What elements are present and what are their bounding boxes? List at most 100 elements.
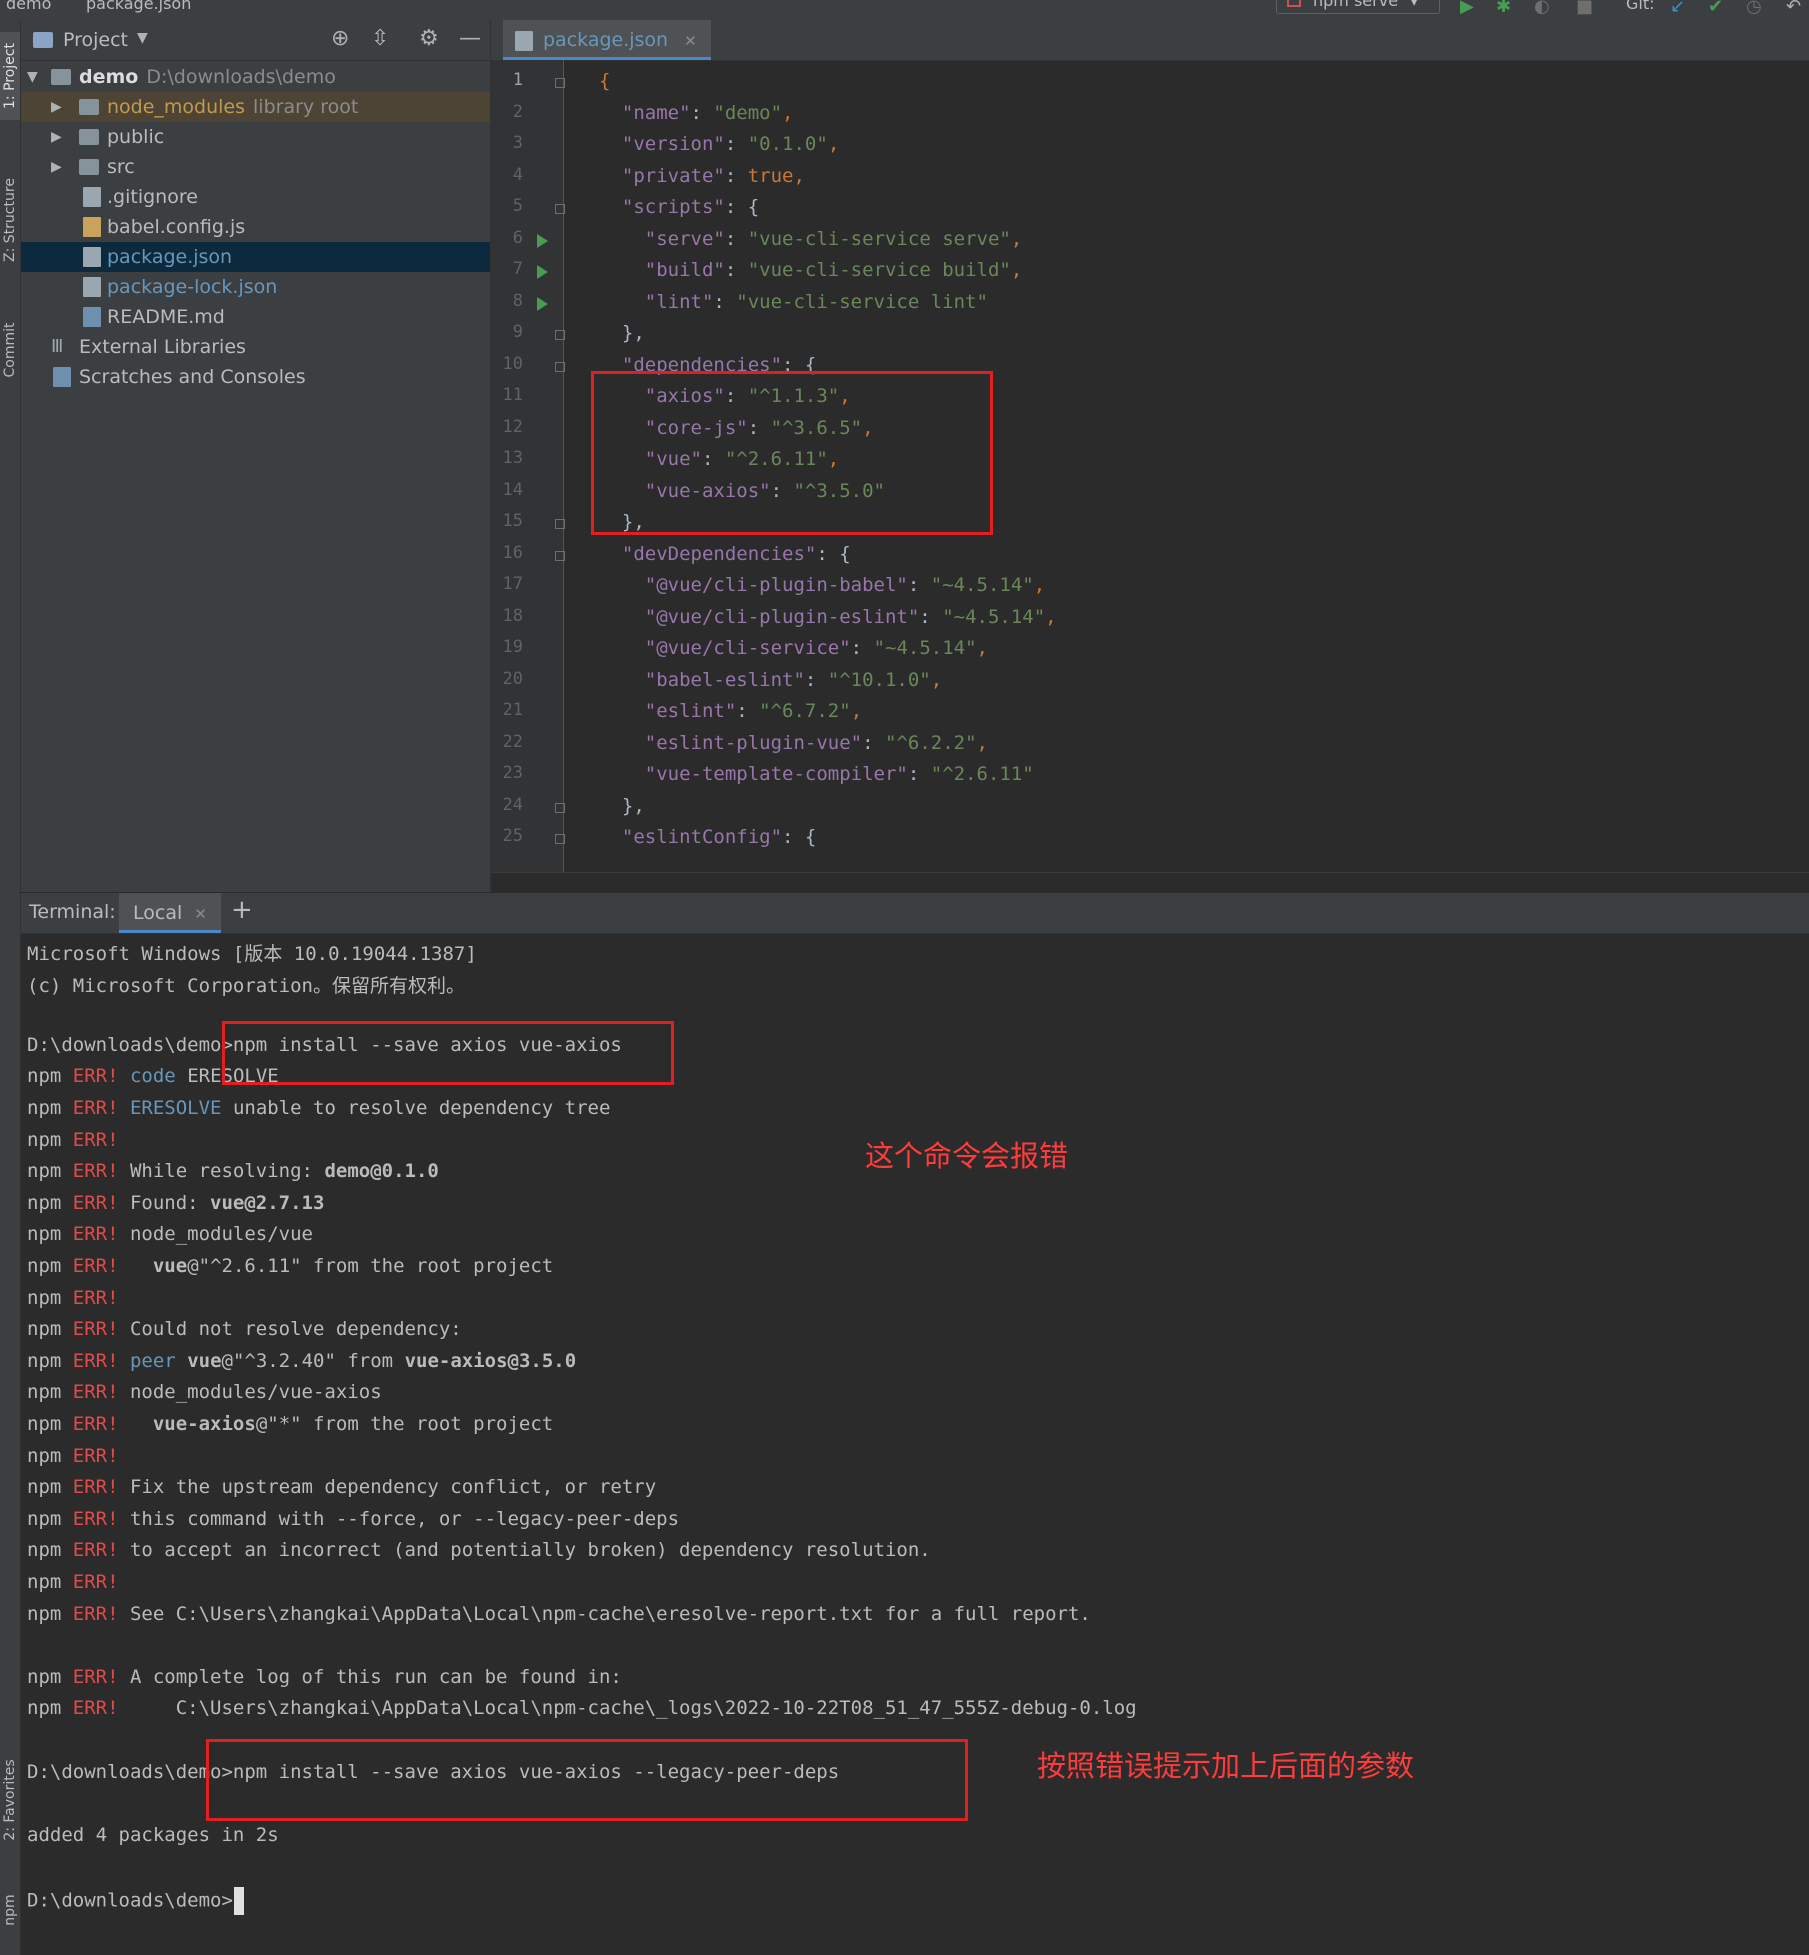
run-script-icon[interactable] [537, 265, 548, 279]
terminal-line: (c) Microsoft Corporation。保留所有权利。 [27, 971, 465, 998]
line-number: 17 [502, 574, 523, 594]
library-icon: Ⅲ [51, 336, 64, 357]
collapsed-arrow-icon[interactable]: ▶ [51, 152, 62, 182]
tree-item-gitignore[interactable]: .gitignore [21, 182, 490, 212]
failed-command-highlight-box [222, 1021, 674, 1085]
code-token: "name" [599, 101, 691, 124]
code-line: "version": "0.1.0", [599, 129, 839, 159]
locate-icon[interactable]: ⊕ [331, 26, 349, 51]
collapse-all-icon[interactable]: ⇳ [371, 26, 389, 51]
annotation-error-note: 这个命令会报错 [865, 1139, 1069, 1173]
debug-icon[interactable]: ✱ [1496, 0, 1511, 17]
code-token: : [907, 763, 931, 785]
close-icon[interactable]: ✕ [684, 32, 697, 50]
coverage-icon[interactable]: ◐ [1534, 0, 1550, 17]
run-script-icon[interactable] [537, 233, 548, 248]
fold-marker-icon[interactable] [555, 204, 565, 214]
expanded-arrow-icon[interactable]: ▼ [27, 62, 38, 92]
run-script-icon[interactable] [537, 296, 548, 311]
fold-marker-icon[interactable] [555, 330, 565, 340]
collapsed-arrow-icon[interactable]: ▶ [51, 92, 62, 122]
git-update-icon[interactable]: ↙ [1670, 0, 1685, 17]
npm-tool-button[interactable]: npm [0, 1866, 20, 1954]
new-tab-icon[interactable]: + [231, 895, 253, 925]
terminal-label: Terminal: [29, 901, 116, 923]
code-token: "@vue/cli-service" [599, 637, 851, 659]
breadcrumb-file[interactable]: package.json [86, 0, 191, 13]
code-token: : [724, 164, 748, 187]
project-tool-button[interactable]: 1: Project [0, 32, 20, 120]
fold-marker-icon[interactable] [555, 550, 565, 561]
fold-marker-icon[interactable] [555, 361, 565, 372]
code-token: , [1033, 574, 1046, 596]
code-token: : [907, 574, 931, 596]
close-icon[interactable]: ✕ [194, 905, 207, 923]
git-commit-icon[interactable]: ✔ [1708, 0, 1723, 17]
tree-item-demo[interactable]: ▼ demo D:\downloads\demo [21, 62, 490, 92]
terminal-text: peer [129, 1349, 176, 1372]
collapsed-arrow-icon[interactable]: ▶ [51, 122, 62, 152]
terminal-text: npm [27, 1507, 73, 1530]
terminal-line: npm ERR! Fix the upstream dependency con… [27, 1476, 656, 1498]
terminal-text: ERR! [72, 1444, 119, 1467]
tree-item-node-modules[interactable]: ▶ node_modules library root [21, 92, 490, 122]
code-token: , [976, 637, 988, 659]
code-token: "serve" [599, 227, 725, 250]
favorites-tool-button[interactable]: 2: Favorites [0, 1756, 20, 1844]
run-config-dropdown[interactable]: npm serve ▾ [1276, 0, 1440, 14]
line-number: 23 [502, 763, 523, 783]
tree-item-package-json[interactable]: package.json [21, 242, 490, 272]
code-token: "@vue/cli-plugin-babel" [599, 574, 908, 596]
tree-item-package-lock-json[interactable]: package-lock.json [21, 272, 490, 302]
hide-icon[interactable]: — [459, 26, 481, 51]
line-number: 7 [512, 259, 523, 279]
terminal-text: npm [27, 1255, 73, 1277]
tab-local[interactable]: Local ✕ [119, 893, 221, 933]
terminal-text: npm [27, 1665, 73, 1688]
tree-item-external-libraries[interactable]: Ⅲ External Libraries [21, 332, 490, 362]
gear-icon[interactable]: ⚙ [419, 26, 439, 51]
fold-marker-icon[interactable] [555, 78, 565, 88]
horizontal-scrollbar[interactable] [491, 872, 1809, 893]
terminal-text: ERR! [72, 1349, 119, 1372]
stop-icon[interactable]: ■ [1576, 0, 1593, 17]
terminal-text: npm [27, 1602, 73, 1625]
tree-item-src[interactable]: ▶ src [21, 152, 490, 182]
rollback-icon[interactable]: ↶ [1786, 0, 1801, 17]
terminal-text: ERR! [72, 1602, 119, 1625]
fold-marker-icon[interactable] [555, 519, 565, 529]
tree-item-public[interactable]: ▶ public [21, 122, 490, 152]
code-token: true, [747, 164, 805, 187]
project-panel-title[interactable]: Project [63, 29, 128, 51]
code-line: { [599, 66, 610, 96]
terminal-text: node_modules/vue [118, 1223, 313, 1246]
tree-item-babel-config[interactable]: babel.config.js [21, 212, 490, 242]
tree-item-readme[interactable]: README.md [21, 302, 490, 332]
line-number: 8 [512, 290, 523, 311]
run-icon[interactable]: ▶ [1460, 0, 1474, 17]
code-token: "private" [599, 164, 725, 187]
fold-marker-icon[interactable] [555, 802, 565, 813]
code-line: }, [599, 791, 645, 821]
terminal-text: vue-axios [152, 1413, 256, 1435]
tab-package-json[interactable]: package.json ✕ [503, 20, 711, 60]
tree-item-scratches[interactable]: Scratches and Consoles [21, 362, 490, 392]
code-token: : { [782, 826, 817, 848]
git-history-icon[interactable]: ◷ [1746, 0, 1762, 17]
terminal-line: npm ERR! [27, 1445, 119, 1467]
terminal-line: npm ERR! Could not resolve dependency: [27, 1318, 462, 1340]
structure-tool-button[interactable]: Z: Structure [0, 176, 20, 264]
code-line: "name": "demo", [599, 98, 794, 128]
commit-tool-button[interactable]: Commit [0, 306, 20, 394]
chevron-down-icon[interactable]: ▼ [137, 30, 148, 46]
fold-marker-icon[interactable] [555, 834, 565, 844]
breadcrumb-project[interactable]: demo [6, 0, 51, 13]
code-token: : [724, 227, 748, 250]
code-token: : [724, 133, 748, 155]
json-file-icon [83, 277, 101, 297]
code-token: "eslintConfig" [599, 826, 783, 848]
terminal-tab-bar: Terminal: Local ✕ + [21, 893, 1809, 934]
code-token: "^10.1.0" [827, 668, 931, 691]
